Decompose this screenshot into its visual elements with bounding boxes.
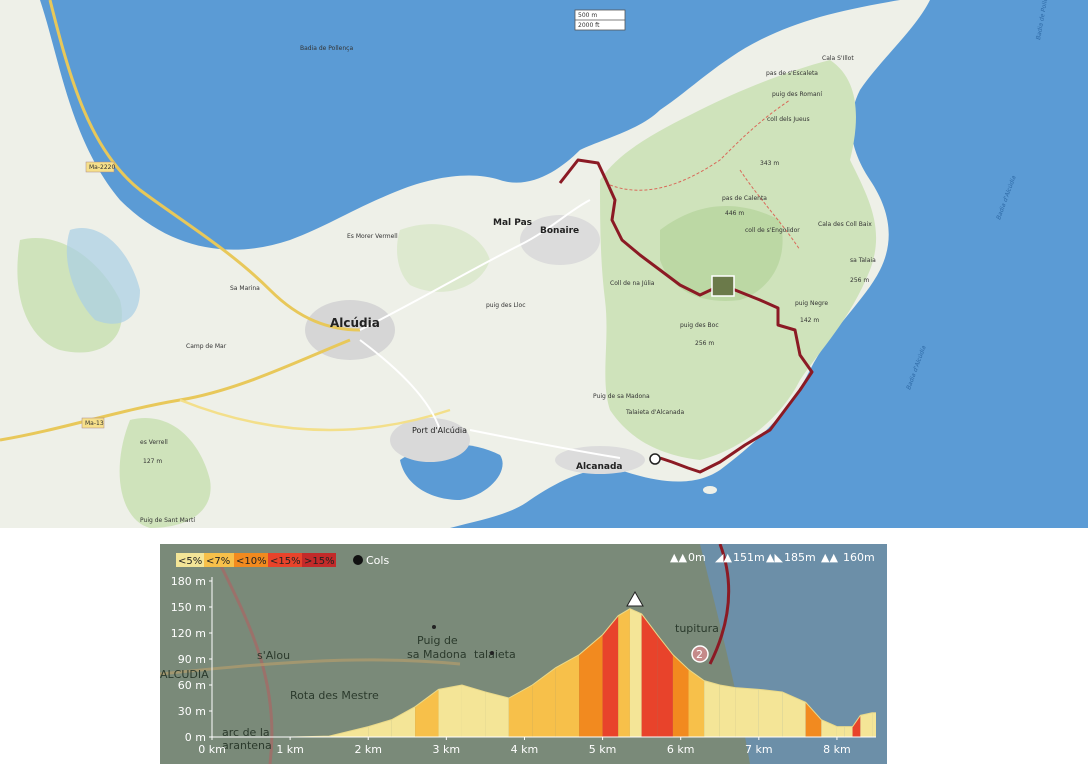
label-puig-sant-marti: Puig de Sant Martí (140, 517, 195, 524)
label-engolidor: coll de s'Engolidor (745, 227, 800, 234)
bg-label-arc2: arantena (222, 739, 272, 752)
label-badia: Badia de Pollença (300, 45, 353, 52)
label-coll: Coll de na Júlia (610, 280, 655, 287)
profile-segment[interactable] (461, 685, 486, 737)
x-tick-label: 8 km (823, 743, 851, 756)
profile-segment[interactable] (555, 654, 580, 737)
label-cala: Cala S'Illot (822, 55, 854, 62)
profile-segment[interactable] (872, 712, 876, 737)
stat-ascent: 151m (733, 551, 765, 564)
y-tick-label: 150 m (171, 601, 206, 614)
elev-1: 256 m (695, 340, 714, 347)
profile-segment[interactable] (629, 608, 642, 737)
label-coll-baix: Cala des Coll Baix (818, 221, 872, 228)
min-elevation-icon: ▲▲ (670, 551, 687, 564)
profile-segment[interactable] (836, 726, 845, 737)
elev-6: 127 m (143, 458, 162, 465)
x-tick-label: 4 km (511, 743, 539, 756)
elevation-profile[interactable]: s'Alou Puig de sa Madona talaieta Rota d… (160, 544, 887, 764)
label-talaieta: Talaieta d'Alcanada (625, 409, 684, 416)
label-mal-pas: Mal Pas (493, 218, 532, 228)
route-marker-label: 2 (696, 648, 703, 661)
bg-label-talaieta: talaieta (474, 648, 516, 661)
y-tick-label: 90 m (178, 653, 206, 666)
gradient-legend: <5% <7% <10% <15% >15% (176, 553, 336, 567)
y-tick-label: 120 m (171, 627, 206, 640)
cols-label: Cols (366, 554, 389, 567)
x-tick-label: 5 km (589, 743, 617, 756)
label-romani: puig des Romaní (772, 91, 822, 98)
label-bonaire: Bonaire (540, 226, 579, 236)
legend-label: >15% (304, 556, 335, 567)
profile-segment[interactable] (735, 687, 759, 737)
profile-segment[interactable] (860, 712, 873, 737)
bg-label-salou: s'Alou (257, 649, 290, 662)
profile-segment[interactable] (618, 608, 630, 737)
x-tick-label: 7 km (745, 743, 773, 756)
label-es-morer-vermell: Es Morer Vermell (347, 233, 398, 240)
y-tick-label: 30 m (178, 705, 206, 718)
x-tick-label: 0 km (198, 743, 226, 756)
label-alcudia: Alcúdia (330, 316, 380, 330)
label-calenta: pas de Calenta (722, 195, 767, 202)
y-tick-label: 60 m (178, 679, 206, 692)
island (703, 486, 717, 494)
profile-segment[interactable] (719, 685, 736, 737)
max-elevation-icon: ▲◣ (766, 551, 783, 564)
elev-3: 256 m (850, 277, 869, 284)
label-port-alcudia: Port d'Alcúdia (412, 426, 467, 435)
stat-max: 185m (784, 551, 816, 564)
label-jueus: coll dels Jueus (767, 116, 810, 123)
profile-segment[interactable] (704, 680, 720, 737)
profile-segment[interactable] (844, 726, 853, 737)
label-sa-marina: Sa Marina (230, 285, 260, 292)
elev-4: 142 m (800, 317, 819, 324)
road-label-ma13: Ma-13 (85, 420, 104, 427)
label-puig-des-boc: puig des Boc (680, 322, 719, 329)
label-camp: Camp de Mar (186, 343, 227, 350)
legend-label: <10% (236, 556, 267, 567)
photo-thumbnail-icon[interactable] (711, 275, 735, 297)
label-sa-talaia: sa Talaia (850, 257, 876, 264)
cols-icon (353, 555, 363, 565)
profile-segment[interactable] (485, 691, 509, 737)
bg-label-rota: Rota des Mestre (290, 689, 379, 702)
elev-2: 446 m (725, 210, 744, 217)
scale-top: 500 m (578, 12, 597, 19)
profile-segment[interactable] (438, 685, 462, 737)
label-puig-negre: puig Negre (795, 300, 828, 307)
label-pas: pas de s'Escaleta (766, 70, 818, 77)
label-puig-sa-madona: Puig de sa Madona (593, 393, 650, 400)
label-alcanada: Alcanada (576, 462, 622, 472)
bg-label-tupitura: tupitura (675, 622, 719, 635)
road-label-ma2220: Ma-2220 (89, 164, 115, 171)
legend-label: <5% (178, 556, 202, 567)
bg-label-puig-b: sa Madona (407, 648, 467, 661)
x-tick-label: 6 km (667, 743, 695, 756)
topographic-map[interactable]: 500 m 2000 ft Alcúdia Bonaire Mal Pas Po… (0, 0, 1088, 528)
profile-segment[interactable] (602, 615, 619, 737)
bg-label-puig-a: Puig de (417, 634, 458, 647)
x-tick-label: 3 km (433, 743, 461, 756)
stat-min: 0m (688, 551, 706, 564)
descent-icon: ▲▲ (821, 551, 838, 564)
elev-5: 343 m (760, 160, 779, 167)
legend-label: <7% (206, 556, 230, 567)
label-puig-des-lloc: puig des Lloc (486, 302, 526, 309)
ascent-icon: ◢▲ (715, 551, 732, 564)
start-flag-icon[interactable] (649, 453, 661, 465)
scale-bottom: 2000 ft (578, 22, 600, 29)
port-town (390, 418, 470, 462)
profile-segment[interactable] (758, 689, 783, 737)
legend-label: <15% (270, 556, 301, 567)
x-tick-label: 1 km (276, 743, 304, 756)
y-tick-label: 180 m (171, 575, 206, 588)
x-tick-label: 2 km (354, 743, 382, 756)
label-es-verrell: es Verrell (140, 439, 168, 446)
stat-descent: 160m (843, 551, 875, 564)
